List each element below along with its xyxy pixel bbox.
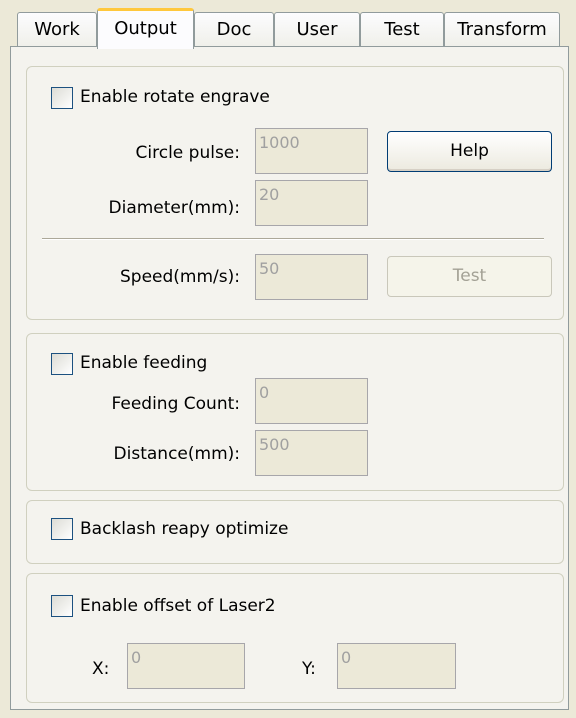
feeding-count-input[interactable]: 0 [255, 378, 368, 424]
tab-doc[interactable]: Doc [194, 12, 274, 46]
speed-input[interactable]: 50 [255, 254, 368, 300]
laser2-offset-checkbox[interactable] [51, 595, 73, 617]
tab-transform[interactable]: Transform [444, 12, 560, 46]
y-input[interactable]: 0 [337, 643, 456, 689]
distance-input[interactable]: 500 [255, 430, 368, 476]
diameter-input[interactable]: 20 [255, 180, 368, 226]
x-label: X: [92, 659, 110, 679]
laser2-offset-group [26, 573, 564, 703]
backlash-label: Backlash reapy optimize [80, 519, 289, 539]
backlash-checkbox[interactable] [51, 518, 73, 540]
tab-work[interactable]: Work [17, 12, 97, 46]
test-button[interactable]: Test [387, 256, 552, 297]
feeding-count-label: Feeding Count: [111, 394, 240, 414]
x-input[interactable]: 0 [127, 643, 245, 689]
tab-output[interactable]: Output [97, 8, 194, 49]
feeding-checkbox[interactable] [51, 353, 73, 375]
feeding-label: Enable feeding [80, 353, 208, 373]
tab-user[interactable]: User [274, 12, 360, 46]
help-button[interactable]: Help [387, 131, 552, 172]
speed-label: Speed(mm/s): [120, 267, 240, 287]
rotate-engrave-label: Enable rotate engrave [80, 87, 270, 107]
tab-bar: Work Output Doc User Test Transform [0, 0, 576, 49]
rotate-engrave-checkbox[interactable] [51, 87, 73, 109]
circle-pulse-input[interactable]: 1000 [255, 128, 368, 174]
laser2-offset-label: Enable offset of Laser2 [80, 596, 276, 616]
y-label: Y: [302, 659, 316, 679]
separator [42, 238, 544, 240]
distance-label: Distance(mm): [113, 444, 240, 464]
tab-test[interactable]: Test [360, 12, 444, 46]
circle-pulse-label: Circle pulse: [135, 143, 240, 163]
diameter-label: Diameter(mm): [108, 198, 240, 218]
